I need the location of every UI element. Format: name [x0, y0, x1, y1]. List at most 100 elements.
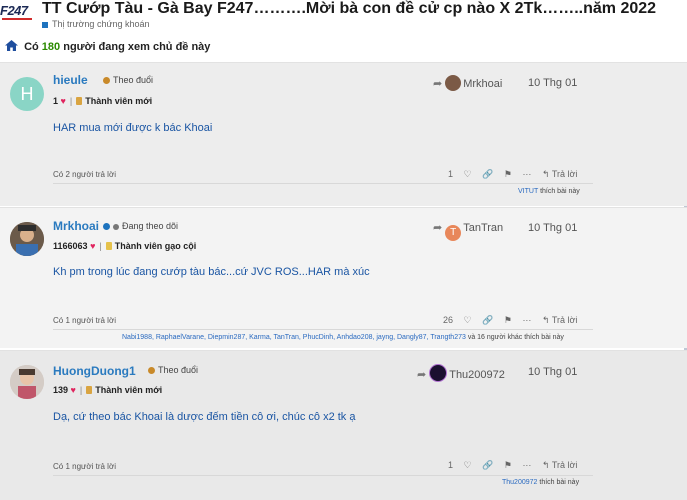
follow-icon [148, 367, 155, 374]
verified-icon [103, 223, 110, 230]
logo-underline [2, 18, 32, 20]
bookmark-icon[interactable]: ⚑ [504, 460, 512, 470]
replies-toggle[interactable]: Có 1 người trả lời [53, 316, 116, 325]
post-date[interactable]: 10 Thg 01 [528, 77, 577, 89]
reply-to-avatar [429, 364, 448, 382]
rank-icon [86, 386, 93, 394]
username[interactable]: hieule [53, 73, 88, 87]
post-item: H hieule Theo đuổi 1 ♥ | Thành viên mới ➦ M… [0, 62, 687, 206]
avatar[interactable] [10, 222, 44, 256]
rank-icon [105, 242, 112, 250]
reply-to[interactable]: ➦ T TanTran [433, 221, 503, 241]
rank-label: Thành viên mới [95, 385, 163, 395]
viewers-count: 180 [41, 41, 61, 53]
more-icon[interactable]: ··· [522, 169, 531, 179]
reply-arrow-icon: ➦ [417, 369, 427, 381]
avatar-image [10, 365, 44, 399]
liker-names[interactable]: Nabi1988, RaphaelVarane, Diepmin287, Kar… [122, 334, 466, 341]
liked-by: VITUT thích bài này [518, 188, 580, 195]
user-stats: 139 ♥ | Thành viên mới [53, 385, 163, 395]
follow-label: Đang theo dõi [122, 221, 179, 231]
follow-label: Theo đuổi [113, 75, 154, 85]
user-stats: 1 ♥ | Thành viên mới [53, 96, 153, 106]
follow-button[interactable]: Theo đuổi [148, 365, 198, 375]
heart-icon: ♥ [70, 385, 76, 395]
reply-label: Trả lời [551, 460, 578, 470]
more-icon[interactable]: ··· [522, 460, 531, 470]
like-button[interactable]: 1 ♡ [448, 460, 472, 470]
follow-button[interactable]: Theo đuổi [103, 75, 153, 85]
post-actions: 1 ♡ 🔗 ⚑ ··· ↰ Trả lời [448, 169, 593, 180]
like-total: 139 [53, 385, 69, 395]
avatar[interactable] [10, 365, 44, 399]
like-count: 1 [448, 169, 454, 179]
follow-label: Theo đuổi [158, 365, 199, 375]
follow-button[interactable]: Đang theo dõi [103, 221, 178, 231]
username[interactable]: Mrkhoai [53, 219, 99, 233]
link-icon[interactable]: 🔗 [482, 169, 493, 179]
username[interactable]: HuongDuong1 [53, 364, 136, 378]
divider [53, 475, 593, 476]
post-content: HAR mua mới được k bác Khoai [53, 122, 213, 134]
divider [53, 329, 593, 330]
more-icon[interactable]: ··· [522, 315, 531, 325]
reply-button[interactable]: ↰ Trả lời [542, 315, 585, 325]
liker-name[interactable]: Thu200972 [502, 479, 537, 486]
post-actions: 26 ♡ 🔗 ⚑ ··· ↰ Trả lời [443, 315, 593, 326]
reply-button[interactable]: ↰ Trả lời [542, 460, 585, 470]
avatar-image [10, 222, 44, 256]
like-button[interactable]: 1 ♡ [448, 169, 472, 179]
liked-suffix: thích bài này [540, 188, 580, 195]
post-actions: 1 ♡ 🔗 ⚑ ··· ↰ Trả lời [448, 460, 593, 471]
reply-button[interactable]: ↰ Trả lời [542, 169, 585, 179]
reply-to-avatar: T [445, 225, 462, 241]
heart-icon: ♥ [90, 241, 96, 251]
link-icon[interactable]: 🔗 [482, 460, 493, 470]
liked-by: Nabi1988, RaphaelVarane, Diepmin287, Kar… [122, 334, 564, 341]
topic-header: F247 TT Cướp Tàu - Gà Bay F247……….Mời bà… [0, 0, 687, 62]
like-total: 1166063 [53, 241, 88, 251]
viewers-suffix: người đang xem chủ đề này [63, 41, 211, 53]
reply-to[interactable]: ➦ Thu200972 [417, 364, 505, 382]
viewers-line: Có 180 người đang xem chủ đề này [5, 40, 210, 54]
reply-to-name: TanTran [463, 222, 504, 234]
post-date[interactable]: 10 Thg 01 [528, 222, 577, 234]
post-content: Dạ, cứ theo bác Khoai là dược đếm tiền c… [53, 411, 356, 423]
user-stats: 1166063 ♥ | Thành viên gạo cội [53, 241, 197, 251]
bookmark-icon[interactable]: ⚑ [504, 169, 512, 179]
reply-to[interactable]: ➦ Mrkhoai [433, 75, 502, 91]
reply-label: Trả lời [551, 169, 578, 179]
follow-icon [113, 224, 119, 230]
viewers-prefix: Có [24, 41, 39, 53]
site-logo[interactable]: F247 [0, 3, 32, 20]
rank-label: Thành viên gạo cội [114, 241, 197, 251]
reply-label: Trả lời [551, 315, 578, 325]
post-content: Kh pm trong lúc đang cướp tàu bác...cứ J… [53, 266, 370, 278]
reply-arrow-icon: ➦ [433, 78, 443, 90]
topic-title[interactable]: TT Cướp Tàu - Gà Bay F247……….Mời bà con … [42, 0, 656, 18]
reply-to-avatar [445, 75, 462, 91]
liker-name[interactable]: VITUT [518, 188, 538, 195]
category-label: Thị trường chứng khoán [52, 19, 150, 29]
liked-suffix: và 16 người khác thích bài này [467, 334, 564, 341]
category-badge[interactable]: Thị trường chứng khoán [42, 19, 150, 29]
liked-suffix: thích bài này [539, 479, 580, 486]
avatar[interactable]: H [10, 77, 44, 111]
bookmark-icon[interactable]: ⚑ [504, 315, 512, 325]
post-date[interactable]: 10 Thg 01 [528, 366, 577, 378]
like-total: 1 [53, 96, 59, 106]
divider [53, 183, 593, 184]
replies-toggle[interactable]: Có 1 người trả lời [53, 462, 116, 471]
link-icon[interactable]: 🔗 [482, 315, 493, 325]
like-count: 1 [448, 460, 454, 470]
replies-toggle[interactable]: Có 2 người trả lời [53, 170, 116, 179]
liked-by: Thu200972 thích bài này [502, 479, 579, 486]
logo-text: F247 [0, 3, 28, 18]
home-icon[interactable] [5, 40, 18, 54]
reply-to-name: Mrkhoai [463, 78, 503, 90]
post-item: Mrkhoai Đang theo dõi 1166063 ♥ | Thành vi… [0, 207, 687, 348]
like-button[interactable]: 26 ♡ [443, 315, 472, 325]
post-item: HuongDuong1 Theo đuổi 139 ♥ | Thành viên m… [0, 350, 687, 500]
reply-to-name: Thu200972 [449, 369, 505, 381]
like-count: 26 [443, 315, 454, 325]
